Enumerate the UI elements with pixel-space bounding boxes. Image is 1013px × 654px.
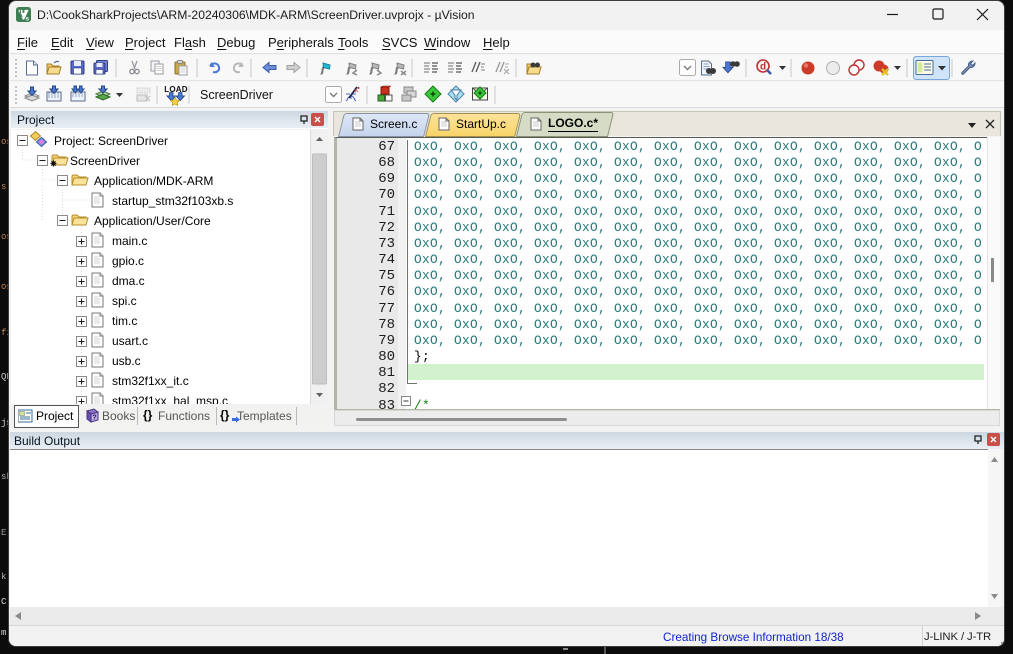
svg-text:d: d [760, 62, 766, 73]
svg-text:?: ? [92, 415, 96, 422]
svg-text:ScreenDriver: ScreenDriver [200, 88, 273, 102]
svg-text:s: s [25, 16, 29, 22]
svg-text:LOAD: LOAD [164, 85, 187, 94]
